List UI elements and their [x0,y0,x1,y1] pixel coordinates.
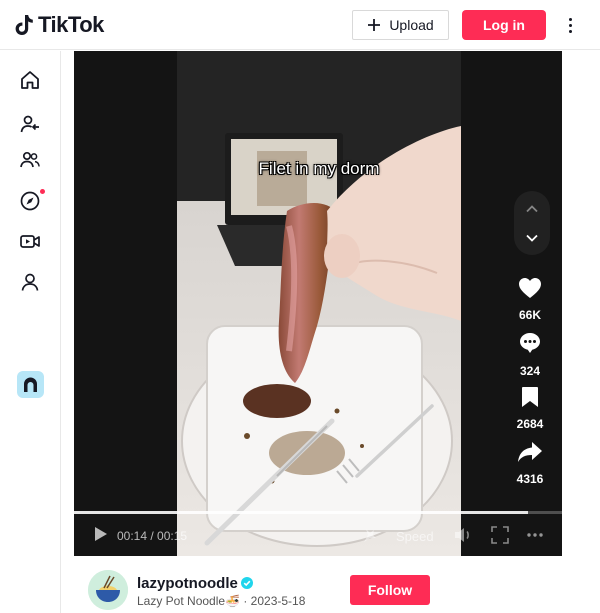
profile-icon[interactable] [18,270,42,294]
author-avatar[interactable] [88,570,128,610]
fullscreen-icon[interactable] [491,526,509,544]
live-icon[interactable] [18,229,42,253]
tiktok-note-icon [15,15,33,35]
top-bar: TikTok Upload Log in [0,0,600,50]
author-display-name: Lazy Pot Noodle🍜 [137,594,240,608]
video-frame[interactable]: Filet in my dorm [177,51,461,556]
post-date: 2023-5-18 [250,594,306,608]
arch-icon [24,377,37,392]
upload-button[interactable]: Upload [352,10,449,40]
chevron-up-icon[interactable] [525,202,539,216]
friends-icon[interactable] [18,148,42,172]
home-icon[interactable] [18,68,42,92]
heart-icon [519,278,541,298]
player-controls: 00:14 / 00:15 Speed [74,506,562,556]
author-username[interactable]: lazypotnoodle [137,575,253,592]
speed-rabbit-icon[interactable] [361,526,379,544]
creator-avatar[interactable] [17,371,44,398]
playback-time: 00:14 / 00:15 [117,529,188,543]
comment-button[interactable]: 324 [506,331,554,378]
more-options-icon[interactable] [562,13,578,37]
save-button[interactable]: 2684 [506,386,554,431]
like-button[interactable]: 66K [506,277,554,322]
comment-icon [520,333,540,353]
username-text: lazypotnoodle [137,575,238,592]
follow-button[interactable]: Follow [350,575,430,605]
progress-fill [74,511,528,514]
video-caption: Filet in my dorm [258,159,380,178]
video-nav [514,191,550,255]
save-count: 2684 [516,417,544,431]
author-info: lazypotnoodle Lazy Pot Noodle🍜 · 2023-5-… [74,556,562,613]
video-player[interactable]: Filet in my dorm 66K 324 2684 4316 00:14… [74,51,562,556]
login-button[interactable]: Log in [462,10,546,40]
video-thumbnail [177,51,461,556]
following-icon[interactable] [18,112,42,136]
plus-icon [368,19,381,31]
progress-bar[interactable] [74,511,562,514]
sidebar [0,51,61,613]
upload-label: Upload [389,17,434,33]
share-button[interactable]: 4316 [506,441,554,486]
author-subline: Lazy Pot Noodle🍜 · 2023-5-18 [137,594,305,608]
chevron-down-icon[interactable] [525,231,539,245]
tiktok-logo[interactable]: TikTok [14,12,104,38]
bookmark-icon [522,387,538,407]
volume-icon[interactable] [453,526,473,544]
noodle-bowl-icon [88,570,128,610]
share-count: 4316 [516,472,544,486]
separator: · [240,594,251,608]
more-horizontal-icon[interactable] [526,532,544,538]
logo-text: TikTok [38,12,104,37]
share-icon [518,442,542,462]
comment-count: 324 [519,364,541,378]
speed-button[interactable]: Speed [396,529,434,544]
play-icon[interactable] [94,526,108,542]
verified-badge-icon [240,577,253,589]
notification-dot [40,189,45,194]
like-count: 66K [518,308,541,322]
explore-icon[interactable] [18,189,45,213]
